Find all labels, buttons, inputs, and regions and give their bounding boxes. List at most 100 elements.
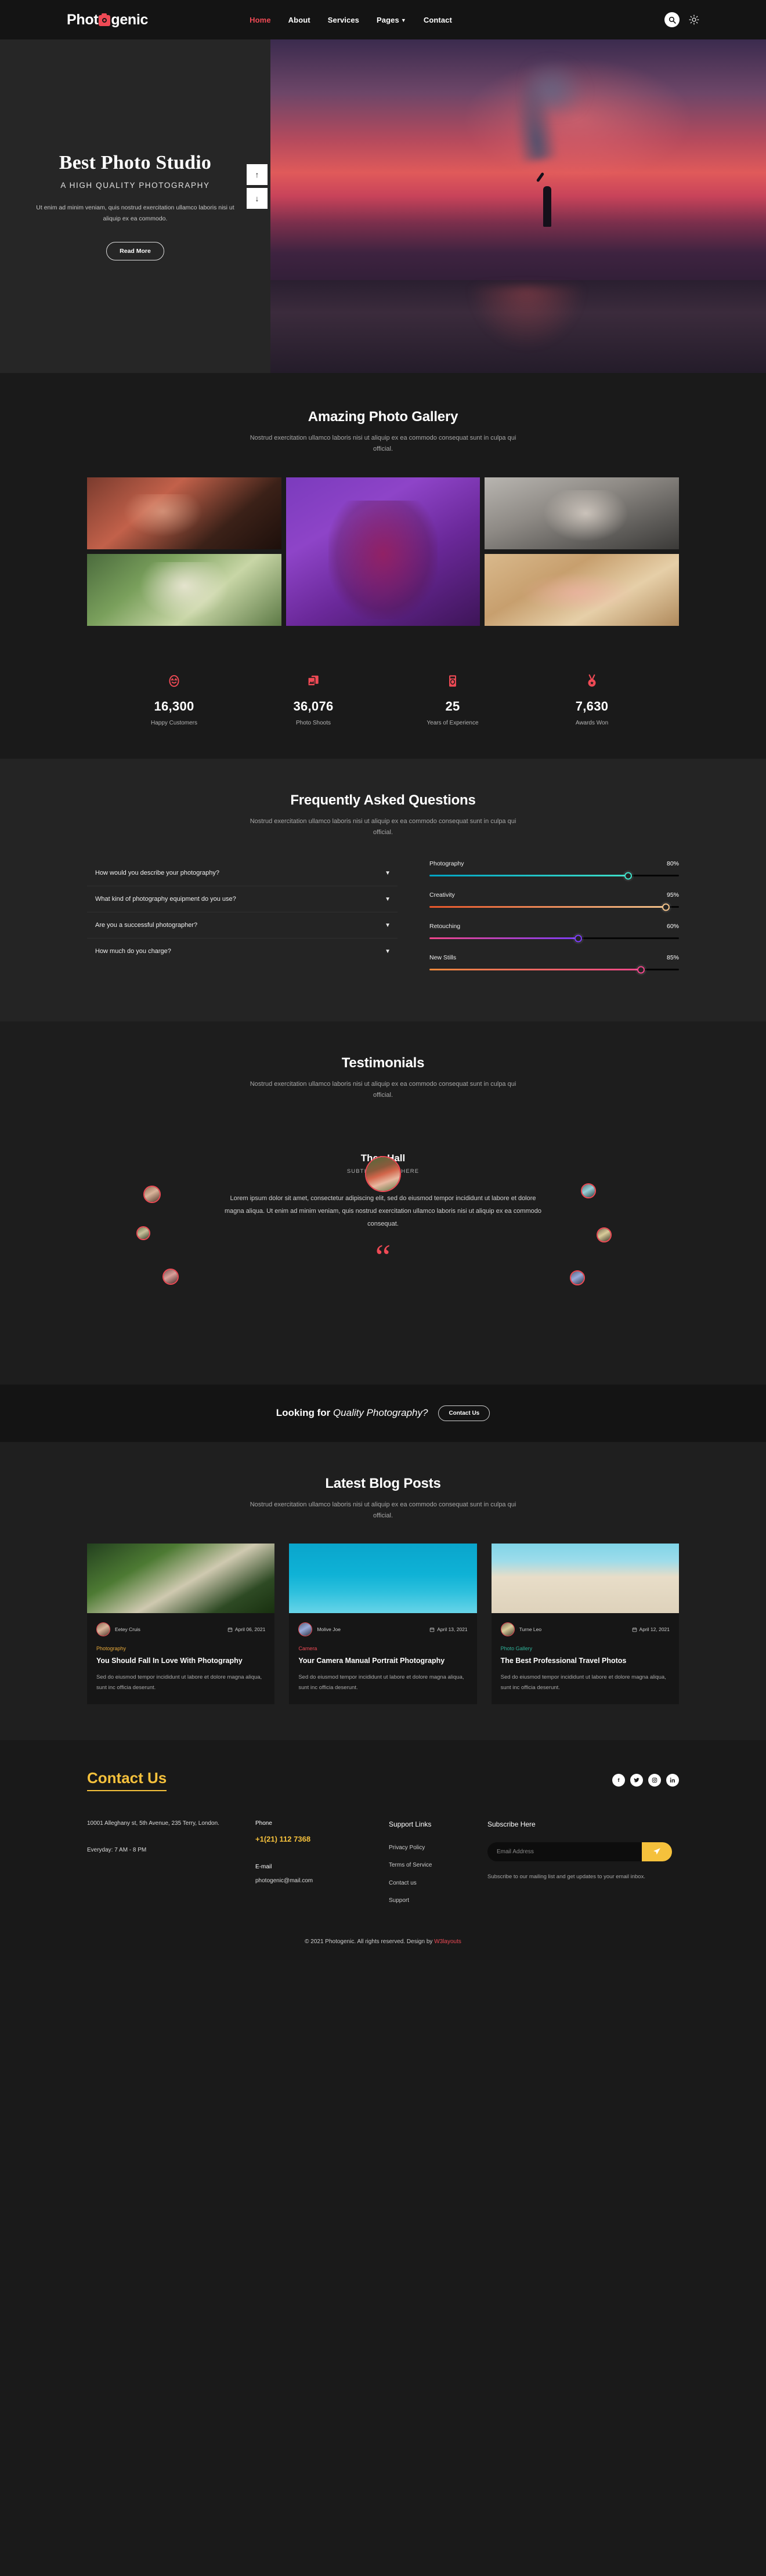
contact-us-button[interactable]: Contact Us [438, 1405, 490, 1421]
avatar-main[interactable] [365, 1155, 401, 1192]
twitter-icon[interactable] [630, 1774, 643, 1787]
designer-link[interactable]: W3layouts [434, 1939, 461, 1945]
faq-item[interactable]: What kind of photography equipment do yo… [87, 886, 398, 912]
stat-awards-won: 7,630 Awards Won [522, 671, 662, 726]
avatar[interactable] [597, 1227, 612, 1242]
footer-support-title: Support Links [389, 1820, 432, 1829]
chevron-down-icon: ▼ [385, 869, 391, 876]
testimonials-section: Testimonials Nostrud exercitation ullamc… [0, 1021, 766, 1385]
blog-post-title[interactable]: You Should Fall In Love With Photography [96, 1655, 265, 1666]
blog-card[interactable]: Eetey Cruis April 06, 2021 Photography Y… [87, 1544, 275, 1705]
avatar[interactable] [136, 1226, 150, 1240]
blog-thumbnail [87, 1544, 275, 1613]
gallery-item[interactable] [87, 477, 281, 549]
faq-item[interactable]: Are you a successful photographer? ▼ [87, 912, 398, 939]
faq-question: Are you a successful photographer? [95, 922, 198, 929]
blog-post-title[interactable]: The Best Professional Travel Photos [501, 1655, 670, 1666]
subscribe-submit-button[interactable] [642, 1842, 672, 1861]
skill-fill [429, 906, 667, 908]
footer-subscribe-note: Subscribe to our mailing list and get up… [487, 1873, 645, 1880]
blog-date-text: April 06, 2021 [234, 1626, 266, 1632]
slider-next-button[interactable]: ↓ [247, 188, 268, 209]
nav-item-services[interactable]: Services [328, 16, 359, 24]
skill-fill [429, 937, 579, 939]
blog-author-name: Eetey Cruis [115, 1626, 140, 1632]
blog-card[interactable]: Molive Joe April 13, 2021 Camera Your Ca… [289, 1544, 477, 1705]
read-more-button[interactable]: Read More [106, 242, 164, 261]
skill-fill [429, 969, 642, 970]
footer-email-value[interactable]: photogenic@mail.com [255, 1875, 389, 1887]
footer-phone-value[interactable]: +1(21) 112 7368 [255, 1832, 389, 1846]
faq-item[interactable]: How would you describe your photography?… [87, 860, 398, 886]
faq-item[interactable]: How much do you charge? ▼ [87, 939, 398, 964]
cta-banner: Looking for Quality Photography? Contact… [0, 1384, 766, 1442]
hero-reflection [468, 286, 585, 350]
blog-date: April 13, 2021 [429, 1626, 468, 1632]
slider-prev-button[interactable]: ↑ [247, 164, 268, 185]
gallery-item[interactable] [485, 477, 679, 549]
instagram-icon[interactable] [648, 1774, 661, 1787]
stat-years-experience: 25 Years of Experience [383, 671, 522, 726]
skill-track[interactable] [429, 937, 679, 939]
site-logo[interactable]: Phot genic [67, 12, 148, 28]
blog-grid: Eetey Cruis April 06, 2021 Photography Y… [87, 1544, 679, 1705]
facebook-icon[interactable]: f [612, 1774, 625, 1787]
chevron-down-icon: ▼ [385, 896, 391, 903]
main-navigation: Home About Services Pages ▼ Contact [250, 16, 452, 24]
hero-description: Ut enim ad minim veniam, quis nostrud ex… [36, 204, 234, 222]
footer-heading: Contact Us [87, 1769, 167, 1792]
site-header: Phot genic Home About Services Pages ▼ Co… [0, 0, 766, 39]
search-icon[interactable] [664, 12, 680, 27]
blog-excerpt: Sed do eiusmod tempor incididunt ut labo… [500, 1674, 666, 1691]
skill-track[interactable] [429, 969, 679, 970]
hero-section: Best Photo Studio A HIGH QUALITY PHOTOGR… [0, 39, 766, 373]
blog-post-title[interactable]: Your Camera Manual Portrait Photography [298, 1655, 467, 1666]
blog-thumbnail [289, 1544, 477, 1613]
avatar[interactable] [581, 1183, 596, 1198]
footer-link-contact-us[interactable]: Contact us [389, 1878, 487, 1889]
skill-value: 60% [666, 923, 679, 930]
skill-label: Photography [429, 860, 464, 867]
blog-category[interactable]: Photography [96, 1646, 265, 1651]
avatar[interactable] [143, 1185, 161, 1203]
faq-section: Frequently Asked Questions Nostrud exerc… [0, 758, 766, 1021]
linkedin-icon[interactable] [666, 1774, 679, 1787]
hero-image [270, 39, 766, 373]
testimonials-title: Testimonials [341, 1055, 425, 1071]
nav-item-pages[interactable]: Pages ▼ [377, 16, 406, 24]
nav-item-about[interactable]: About [288, 16, 310, 24]
footer-link-terms-of-service[interactable]: Terms of Service [389, 1860, 487, 1871]
stat-label: Years of Experience [427, 719, 479, 726]
avatar [500, 1622, 515, 1636]
blog-section: Latest Blog Posts Nostrud exercitation u… [0, 1441, 766, 1741]
faq-title: Frequently Asked Questions [290, 792, 476, 808]
chevron-down-icon: ▼ [400, 17, 406, 23]
avatar[interactable] [162, 1268, 179, 1285]
avatar[interactable] [570, 1270, 585, 1285]
blog-date-text: April 13, 2021 [437, 1626, 468, 1632]
gallery-item[interactable] [286, 477, 480, 626]
email-field[interactable] [487, 1842, 642, 1861]
footer-link-privacy-policy[interactable]: Privacy Policy [389, 1842, 487, 1854]
blog-category[interactable]: Camera [298, 1646, 467, 1651]
stat-label: Awards Won [575, 719, 609, 726]
logo-text-first: Phot [67, 11, 99, 28]
quote-icon: “ [375, 1237, 391, 1276]
blog-excerpt: Sed do eiusmod tempor incididunt ut labo… [96, 1674, 262, 1691]
footer-column-address: 10001 Alleghany st, 5th Avenue, 235 Terr… [87, 1818, 255, 1912]
calendar-icon [227, 1627, 233, 1632]
blog-category[interactable]: Photo Gallery [501, 1646, 670, 1651]
skills-chart: Photography 80% Creativity 95% Retouchin… [429, 860, 679, 986]
gallery-item[interactable] [485, 553, 679, 626]
blog-card[interactable]: Turne Leo April 12, 2021 Photo Gallery T… [491, 1544, 679, 1705]
nav-item-home[interactable]: Home [250, 16, 271, 24]
skill-track[interactable] [429, 875, 679, 876]
footer-column-contact: Phone +1(21) 112 7368 E-mail photogenic@… [255, 1818, 389, 1912]
skill-track[interactable] [429, 906, 679, 908]
footer-hours: Everyday: 7 AM - 8 PM [87, 1846, 147, 1853]
footer-link-support[interactable]: Support [389, 1895, 487, 1907]
nav-item-contact[interactable]: Contact [424, 16, 452, 24]
gallery-item[interactable] [87, 553, 281, 626]
sun-icon[interactable] [689, 15, 699, 25]
hero-subtitle: A HIGH QUALITY PHOTOGRAPHY [60, 180, 210, 190]
